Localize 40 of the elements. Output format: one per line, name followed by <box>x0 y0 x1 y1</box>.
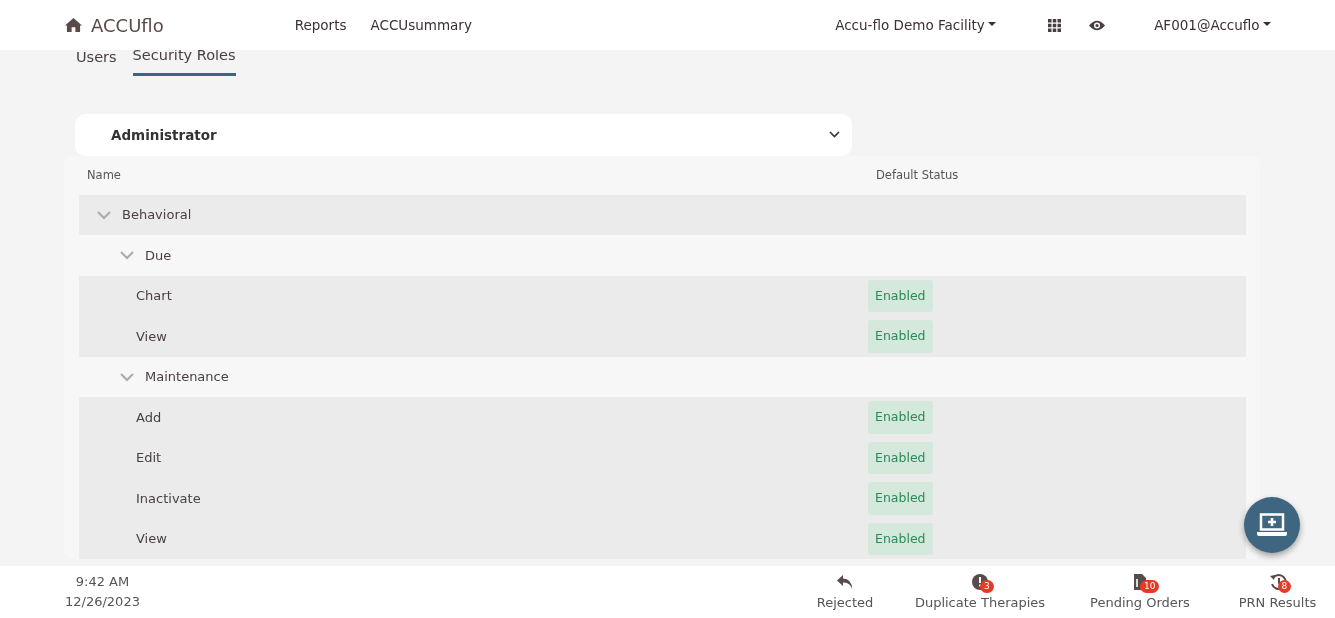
permission-name: View <box>136 530 167 549</box>
status-badge: Enabled <box>868 401 933 434</box>
chevron-down-icon <box>829 131 840 139</box>
nav-link[interactable]: ACCUsummary <box>370 14 472 36</box>
reply-arrow-icon <box>836 572 854 591</box>
permission-name: View <box>136 327 167 346</box>
status-badge: Enabled <box>868 320 933 353</box>
tab[interactable]: Users <box>76 50 117 76</box>
role-select[interactable]: Administrator <box>75 113 852 156</box>
column-header: Default Status <box>876 166 959 184</box>
nav-link[interactable]: Reports <box>294 14 347 36</box>
group-name: Due <box>145 246 172 265</box>
status-bar-button[interactable]: 8 PRN Results <box>1220 571 1335 613</box>
status-bar-button[interactable]: 3 Duplicate Therapies <box>900 571 1060 613</box>
status-badge: Enabled <box>868 279 933 313</box>
permission-name: Chart <box>136 287 172 306</box>
add-screen-button[interactable] <box>1244 497 1300 553</box>
count-badge: 10 <box>1140 580 1160 594</box>
status-bar-button[interactable]: 10 Pending Orders <box>1060 571 1220 613</box>
permission-name: Add <box>136 408 162 427</box>
apps-grid-icon[interactable] <box>1048 18 1062 32</box>
permission-name: Edit <box>136 449 162 468</box>
group-name: Behavioral <box>122 206 192 225</box>
home-link[interactable]: ACCUflo <box>64 11 164 39</box>
home-icon <box>64 17 83 33</box>
status-badge: Enabled <box>868 482 933 515</box>
facility-dropdown[interactable]: Accu-flo Demo Facility <box>835 14 997 36</box>
status-badge: Enabled <box>868 522 933 556</box>
group-name: Maintenance <box>145 368 229 387</box>
count-badge: 3 <box>980 580 994 594</box>
eye-icon[interactable] <box>1089 19 1106 31</box>
count-badge: 8 <box>1277 580 1292 594</box>
permission-name: Inactivate <box>136 489 201 508</box>
laptop-plus-icon <box>1257 513 1287 537</box>
user-dropdown[interactable]: AF001@Accuflo <box>1154 14 1271 36</box>
column-header: Name <box>87 166 122 184</box>
status-badge: Enabled <box>868 441 933 475</box>
date-text: 12/26/2023 <box>65 593 140 611</box>
status-bar-button[interactable]: Rejected <box>790 571 900 613</box>
time-text: 9:42 AM <box>75 572 130 591</box>
